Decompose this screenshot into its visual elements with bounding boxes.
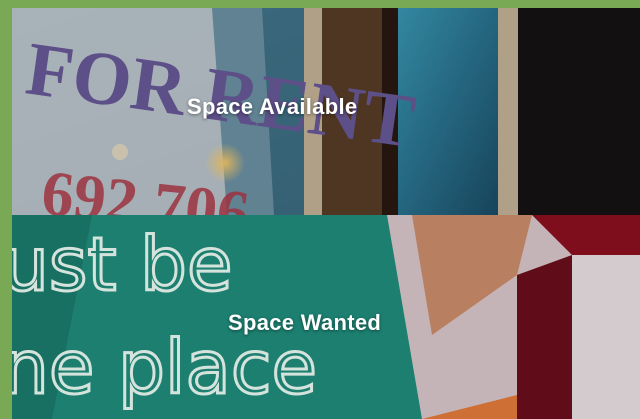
space-wanted-label: Space Wanted: [228, 310, 382, 335]
space-available-label: Space Available: [187, 94, 358, 119]
space-wanted-tile[interactable]: ust be ne place Space Wanted: [12, 215, 640, 419]
listing-tiles: FOR RENT 692 706 Space Available ust be …: [12, 8, 640, 419]
space-available-tile[interactable]: FOR RENT 692 706 Space Available: [12, 8, 640, 215]
